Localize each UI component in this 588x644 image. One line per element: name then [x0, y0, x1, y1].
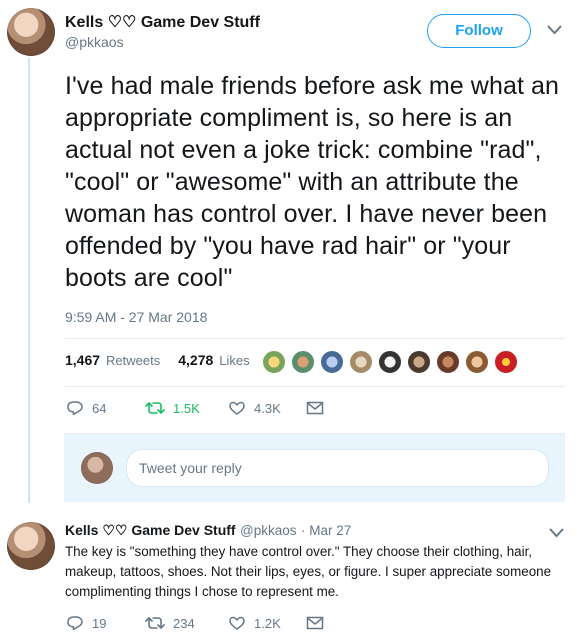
retweets-label[interactable]: Retweets — [106, 353, 160, 368]
liker-avatars[interactable] — [261, 349, 519, 375]
retweet-count: 1.5K — [173, 400, 200, 416]
reply-icon — [66, 400, 84, 416]
reply-action[interactable]: 64 — [66, 400, 106, 416]
tweet-timestamp[interactable]: 9:59 AM - 27 Mar 2018 — [65, 309, 207, 325]
reply-like-action[interactable]: 1.2K — [228, 615, 281, 631]
liker-avatar[interactable] — [290, 349, 316, 375]
reply-count: 64 — [92, 400, 107, 416]
reply-icon — [66, 615, 84, 631]
reply-composer-avatar — [81, 452, 113, 484]
liker-avatar[interactable] — [406, 349, 432, 375]
author-name[interactable]: Kells ♡♡ Game Dev Stuff — [65, 12, 260, 32]
reply-header: Kells ♡♡ Game Dev Stuff @pkkaos · Mar 27 — [65, 522, 351, 540]
author-handle[interactable]: @pkkaos — [65, 34, 124, 50]
like-count: 4.3K — [254, 400, 281, 416]
retweet-icon — [145, 400, 165, 416]
envelope-icon[interactable] — [306, 401, 324, 415]
heart-icon — [228, 615, 246, 631]
reply-reply-count: 19 — [92, 615, 107, 631]
reply-retweet-count: 234 — [173, 615, 195, 631]
reply-input[interactable]: Tweet your reply — [126, 449, 549, 487]
stats-row: 1,467 Retweets 4,278 Likes — [65, 352, 250, 368]
reply-date[interactable]: · Mar 27 — [301, 523, 351, 538]
envelope-icon[interactable] — [306, 616, 324, 630]
author-avatar[interactable] — [7, 8, 55, 56]
retweet-action[interactable]: 1.5K — [145, 400, 200, 416]
chevron-down-icon[interactable] — [547, 25, 562, 35]
follow-button[interactable]: Follow — [427, 14, 531, 48]
likes-label[interactable]: Likes — [219, 353, 249, 368]
divider — [65, 386, 565, 387]
divider — [65, 338, 565, 339]
liker-avatar[interactable] — [435, 349, 461, 375]
reply-retweet-action[interactable]: 234 — [145, 615, 195, 631]
reply-reply-action[interactable]: 19 — [66, 615, 106, 631]
reply-author-name[interactable]: Kells ♡♡ Game Dev Stuff — [65, 522, 236, 538]
heart-icon — [228, 400, 246, 416]
liker-avatar[interactable] — [464, 349, 490, 375]
liker-avatar[interactable] — [261, 349, 287, 375]
chevron-down-icon[interactable] — [549, 528, 564, 538]
like-action[interactable]: 4.3K — [228, 400, 281, 416]
reply-author-avatar[interactable] — [7, 522, 55, 570]
liker-avatar[interactable] — [319, 349, 345, 375]
reply-text: The key is "something they have control … — [65, 544, 552, 599]
thread-line — [28, 58, 30, 503]
liker-avatar[interactable] — [348, 349, 374, 375]
liker-avatar[interactable] — [493, 349, 519, 375]
liker-avatar[interactable] — [377, 349, 403, 375]
reply-like-count: 1.2K — [254, 615, 281, 631]
likes-count[interactable]: 4,278 — [178, 352, 213, 368]
tweet-text: I've had male friends before ask me what… — [65, 72, 560, 292]
reply-author-handle[interactable]: @pkkaos — [240, 523, 296, 538]
retweets-count[interactable]: 1,467 — [65, 352, 100, 368]
retweet-icon — [145, 615, 165, 631]
